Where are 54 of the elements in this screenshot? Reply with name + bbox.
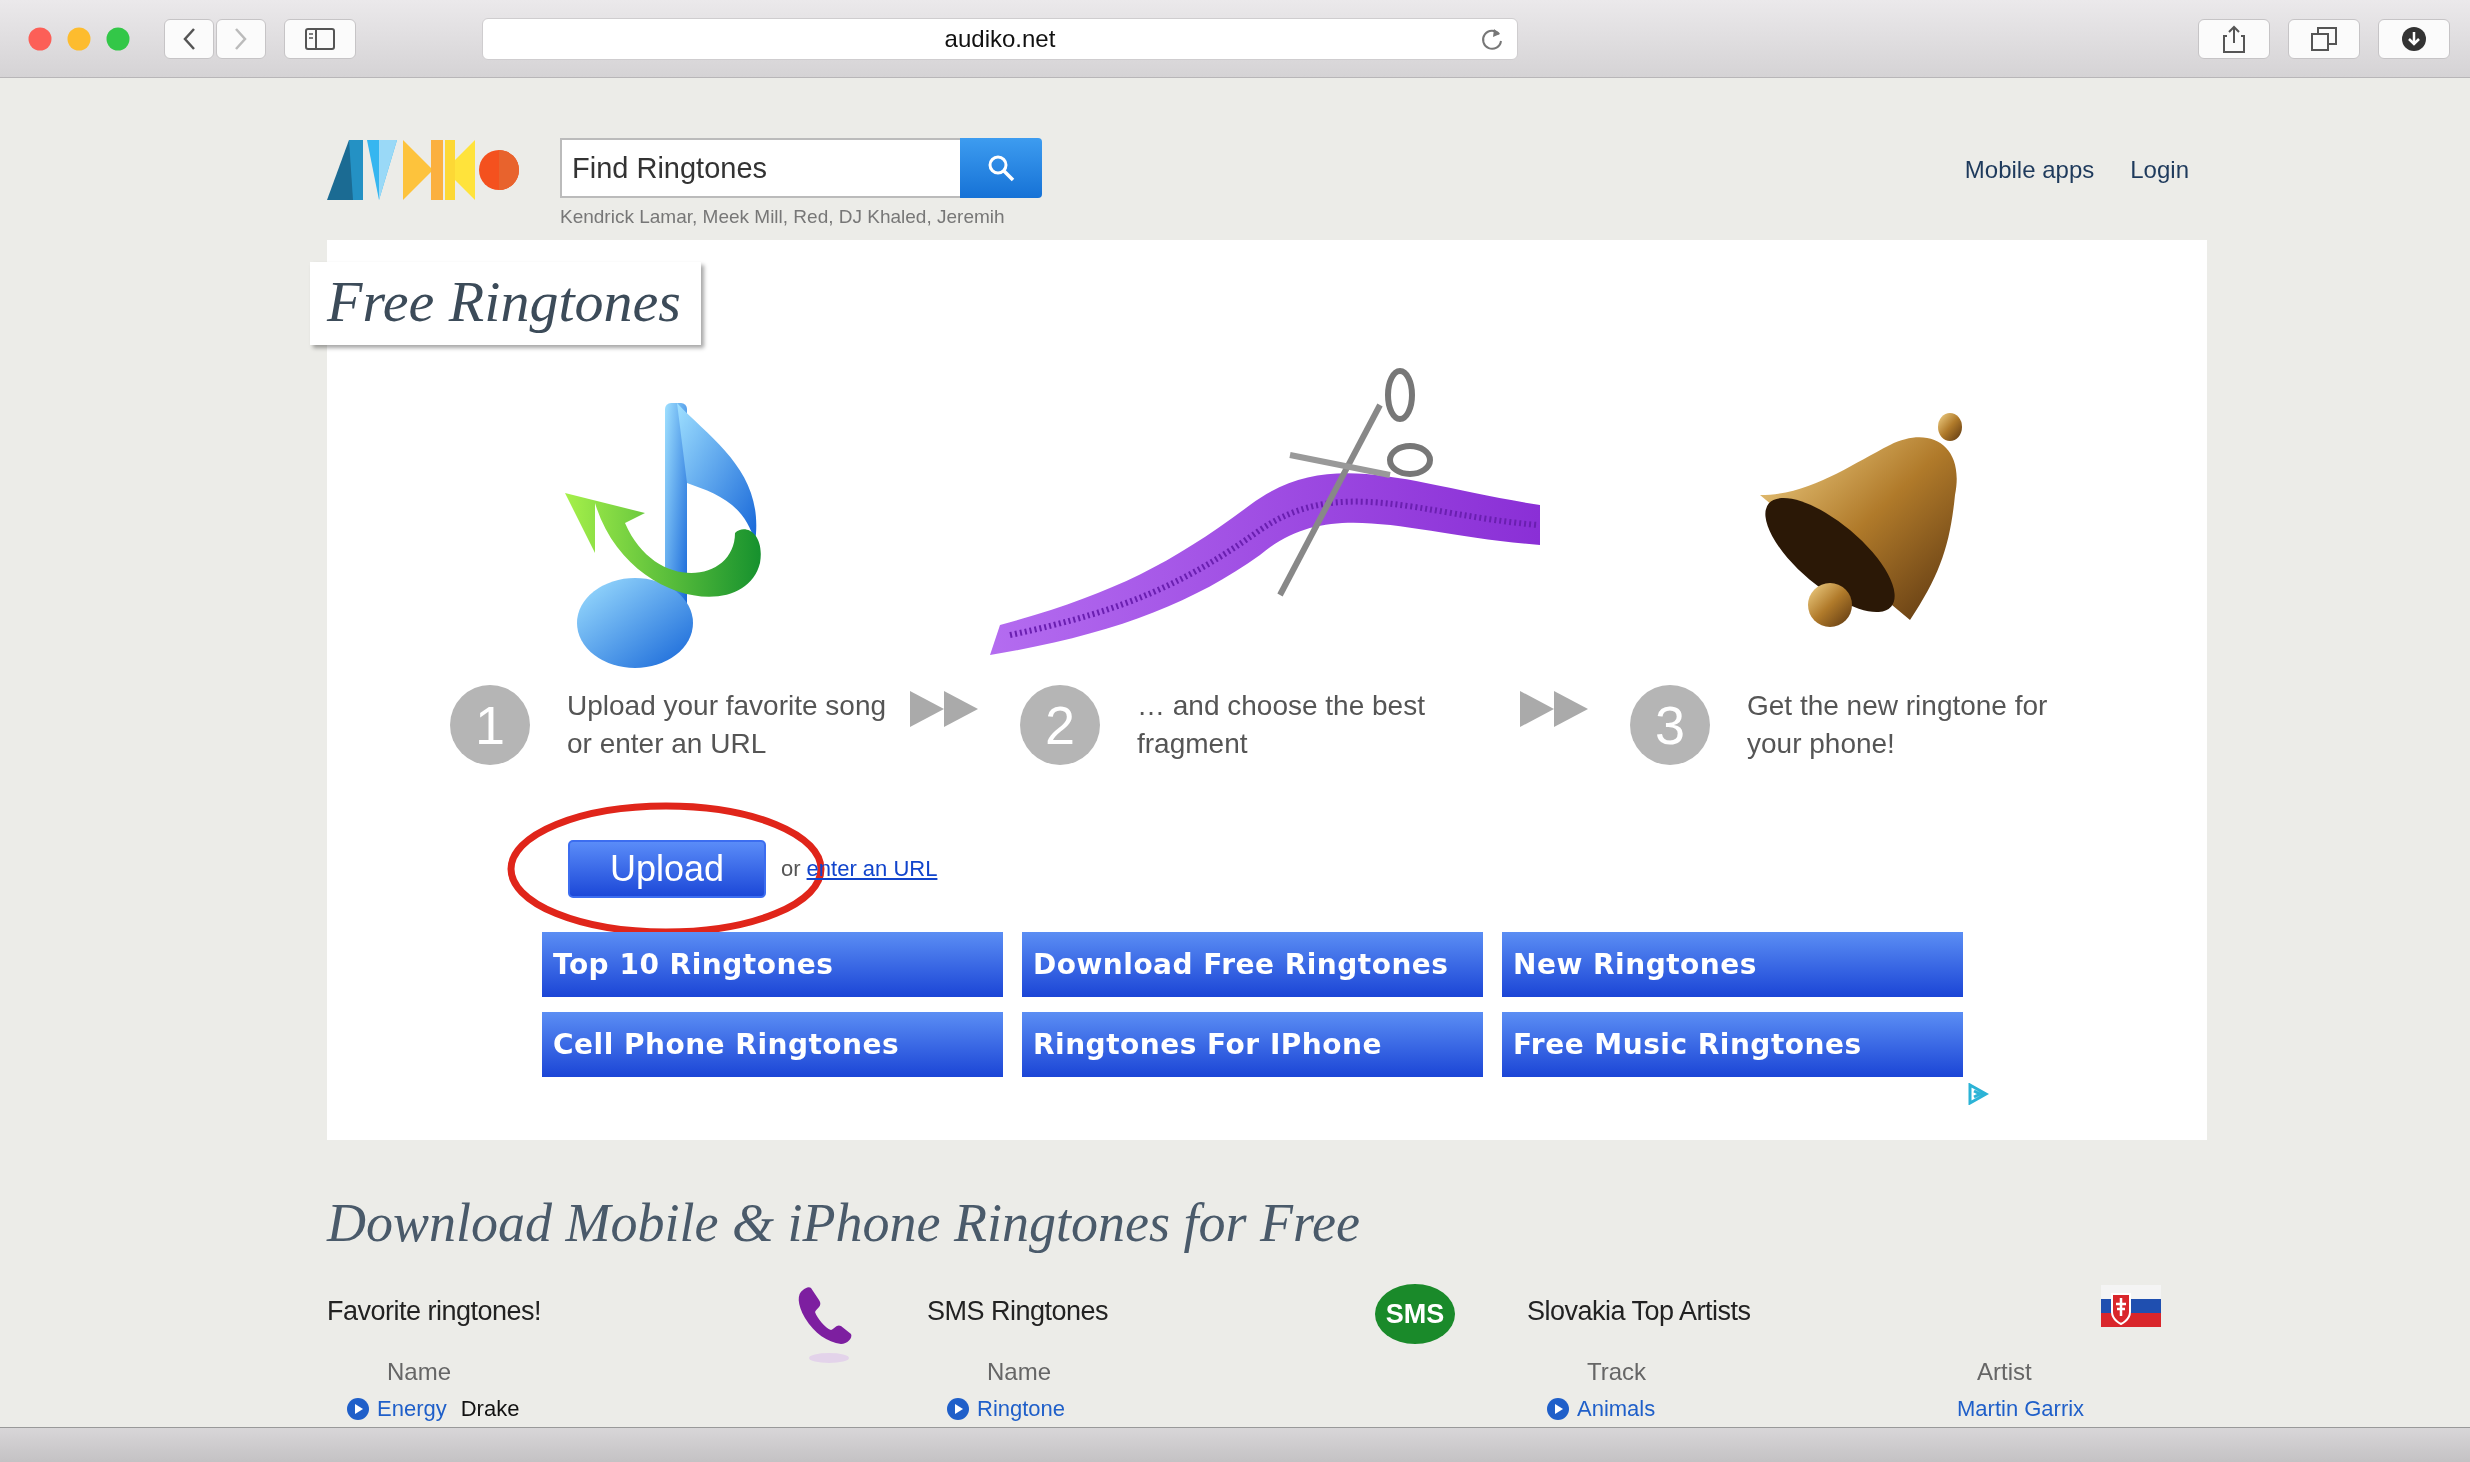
nav-link[interactable]: Login (2130, 156, 2189, 184)
play-icon[interactable] (347, 1398, 369, 1420)
step-text: Get the new ringtone for your phone! (1747, 689, 2049, 761)
search-suggestions: Kendrick Lamar, Meek Mill, Red, DJ Khaled, Jeremih (560, 206, 1006, 228)
column-header: Track (1587, 1358, 1648, 1386)
url-text: audiko.net (944, 24, 1056, 53)
step-number: 2 (1020, 685, 1100, 765)
sms-bubble-icon: SMS (1375, 1284, 1455, 1344)
play-icon[interactable] (1547, 1398, 1569, 1420)
or-label: or (781, 856, 801, 882)
play-icon[interactable] (947, 1398, 969, 1420)
tabs-icon (2311, 26, 2337, 51)
step-text: … and choose the best fragment (1137, 689, 1426, 761)
section-title: Download Mobile & iPhone Ringtones for Free (327, 1192, 1361, 1254)
artist-name: Drake (460, 1396, 520, 1422)
flag-icon (2100, 1284, 2162, 1330)
column-title: SMS Ringtones (927, 1296, 1109, 1327)
chevron-right-icon (234, 26, 248, 51)
search-field[interactable]: Find Ringtones (560, 138, 960, 198)
sidebar-button[interactable] (284, 18, 356, 59)
column-title: Slovakia Top Artists (1527, 1296, 1751, 1327)
category-link[interactable]: Free Music Ringtones (1502, 1012, 1963, 1077)
chevron-left-icon (182, 26, 196, 51)
address-bar[interactable]: audiko.net (482, 17, 1518, 60)
share-button[interactable] (2198, 18, 2270, 59)
sidebar-icon (305, 27, 335, 50)
category-link[interactable]: Cell Phone Ringtones (542, 1012, 1003, 1077)
step-text: Upload your favorite song or enter an URL (567, 689, 888, 761)
category-link[interactable]: Ringtones For IPhone (1022, 1012, 1483, 1077)
page-title: Free Ringtones (327, 268, 681, 335)
nav-link[interactable]: Mobile apps (1964, 156, 2095, 184)
category-link[interactable]: Download Free Ringtones (1022, 932, 1483, 997)
downloads-button[interactable] (2378, 18, 2450, 59)
search-button[interactable] (960, 138, 1042, 198)
column-header: Name (387, 1358, 453, 1386)
search-icon (987, 154, 1015, 182)
step-number: 3 (1630, 685, 1710, 765)
double-arrow-icon (910, 689, 980, 729)
artist-link[interactable]: Martin Garrix (1957, 1396, 2157, 1422)
track-link[interactable]: Animals (1577, 1396, 1656, 1422)
column-header: Artist (1977, 1358, 2033, 1386)
column-header: Name (987, 1358, 1053, 1386)
back-button[interactable] (164, 18, 214, 59)
step-number: 1 (450, 685, 530, 765)
track-link[interactable]: Energy (377, 1396, 447, 1422)
category-link[interactable]: New Ringtones (1502, 932, 1963, 997)
tabs-button[interactable] (2288, 18, 2360, 59)
upload-button[interactable]: Upload (568, 840, 766, 898)
track-link[interactable]: Ringtone (977, 1396, 1066, 1422)
double-arrow-icon (1520, 689, 1590, 729)
category-link[interactable]: Top 10 Ringtones (542, 932, 1003, 997)
column-title: Favorite ringtones! (327, 1296, 542, 1327)
share-icon (2223, 24, 2245, 53)
download-icon (2401, 25, 2427, 52)
